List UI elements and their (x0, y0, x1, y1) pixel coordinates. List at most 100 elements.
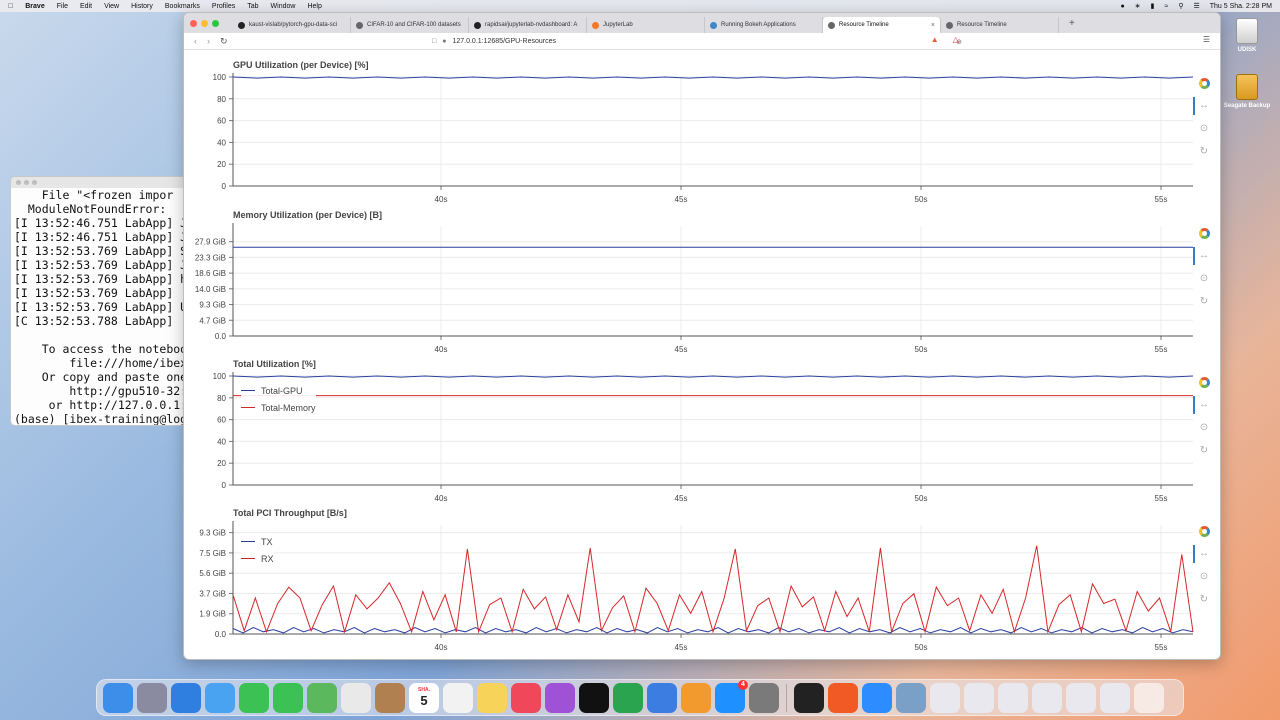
bokeh-logo-icon[interactable] (1198, 526, 1210, 537)
dock-mail-icon[interactable] (205, 682, 235, 713)
url-field[interactable]: □ ● 127.0.0.1:12685/GPU-Resources ⊕ (432, 36, 962, 47)
wheel-zoom-icon[interactable]: ⊙ (1198, 571, 1210, 583)
dock-calendar-icon[interactable]: SHA. 5 (409, 682, 439, 713)
dock-launchpad-icon[interactable] (137, 682, 167, 713)
dock-brave-icon[interactable] (828, 682, 858, 713)
dock-minimized-window[interactable] (1100, 682, 1130, 713)
browser-tab[interactable]: Resource Timeline × (823, 17, 941, 33)
apple-icon[interactable]:  (8, 3, 13, 10)
pan-icon[interactable]: ↔ (1198, 250, 1210, 262)
chart-svg[interactable]: 0.0 1.9 GiB 3.7 GiB 5.6 GiB 7.5 GiB 9.3 GiB 40… (184, 508, 1194, 658)
brave-shields-icon[interactable]: ▲ (931, 35, 939, 44)
pan-icon[interactable]: ↔ (1198, 100, 1210, 112)
legend-item[interactable]: Total-Memory (241, 399, 316, 416)
dock-app-store-icon[interactable]: 4 (715, 679, 748, 713)
bluetooth-icon[interactable]: ∗ (1135, 2, 1141, 10)
browser-tab[interactable]: kaust-vislab/pytorch-gpu-data-sci (233, 17, 351, 33)
dock-keynote-icon[interactable] (647, 682, 677, 713)
legend-item[interactable]: TX (241, 533, 274, 550)
site-info-icon[interactable]: ● (442, 38, 446, 45)
browser-tab[interactable]: CIFAR-10 and CIFAR-100 datasets (351, 17, 469, 33)
menu-item-profiles[interactable]: Profiles (212, 3, 235, 10)
dock-terminal-icon[interactable] (794, 682, 824, 713)
bokeh-logo-icon[interactable] (1198, 377, 1210, 388)
dock-finder-icon[interactable] (103, 682, 133, 713)
menu-item-edit[interactable]: Edit (80, 3, 92, 10)
browser-tab[interactable]: JupyterLab (587, 17, 705, 33)
close-icon[interactable] (16, 180, 21, 185)
minimize-icon[interactable] (24, 180, 29, 185)
browser-tab[interactable]: rapidsai/jupyterlab-nvdashboard: A (469, 17, 587, 33)
battery-icon[interactable]: ▮ (1151, 2, 1155, 10)
dock-minimized-window[interactable] (1066, 682, 1096, 713)
back-icon[interactable]: ‹ (194, 36, 197, 47)
dock-system-preferences-icon[interactable] (749, 682, 779, 713)
chart-svg[interactable]: 0.0 4.7 GiB 9.3 GiB 14.0 GiB 18.6 GiB 23.3 Gi… (184, 210, 1194, 360)
dock-maps-icon[interactable] (307, 682, 337, 713)
browser-tab[interactable]: Running Bokeh Applications (705, 17, 823, 33)
zoom-icon[interactable] (32, 180, 37, 185)
reload-icon[interactable]: ↻ (220, 36, 228, 47)
bokeh-logo-icon[interactable] (1198, 228, 1210, 239)
chart-svg[interactable]: 0 20 40 60 80 100 40s 45s 50s 55s (184, 359, 1194, 509)
dock-photos-icon[interactable] (341, 682, 371, 713)
control-center-icon[interactable]: ☰ (1193, 2, 1199, 10)
dock-reminders-icon[interactable] (443, 682, 473, 713)
legend-item[interactable]: RX (241, 550, 274, 567)
wheel-zoom-icon[interactable]: ⊙ (1198, 123, 1210, 135)
close-window-icon[interactable] (190, 19, 197, 27)
dock-safari-icon[interactable] (171, 682, 201, 713)
pan-icon[interactable]: ↔ (1198, 548, 1210, 560)
dock-facetime-icon[interactable] (239, 682, 269, 713)
dock-tv-icon[interactable] (579, 682, 609, 713)
reset-icon[interactable]: ↻ (1198, 296, 1210, 308)
desktop-icon-udisk[interactable]: UDISK (1222, 18, 1272, 53)
zoom-window-icon[interactable] (212, 19, 219, 27)
dock-minimized-window[interactable] (964, 682, 994, 713)
minimize-window-icon[interactable] (201, 19, 208, 27)
reset-icon[interactable]: ↻ (1198, 594, 1210, 606)
close-tab-icon[interactable]: × (931, 22, 935, 29)
wheel-zoom-icon[interactable]: ⊙ (1198, 273, 1210, 285)
dock-music-icon[interactable] (511, 682, 541, 713)
menu-item-window[interactable]: Window (271, 3, 296, 10)
menu-item-tab[interactable]: Tab (247, 3, 258, 10)
chart-svg[interactable]: 0 20 40 60 80 100 40s 45s 50s 55s (184, 60, 1194, 210)
dock-minimized-window[interactable] (998, 682, 1028, 713)
dock-contacts-icon[interactable] (375, 682, 405, 713)
terminal-window[interactable]: File "<frozen impor ModuleNotFoundError:… (10, 176, 190, 426)
menu-app-name[interactable]: Brave (25, 3, 44, 10)
dock-notes-icon[interactable] (477, 682, 507, 713)
dock-minimized-window[interactable] (930, 682, 960, 713)
search-icon[interactable]: ⚲ (1178, 2, 1183, 10)
pan-icon[interactable]: ↔ (1198, 399, 1210, 411)
brave-rewards-icon[interactable]: △ (953, 35, 959, 44)
menu-item-help[interactable]: Help (307, 3, 321, 10)
browser-menu-icon[interactable]: ☰ (1203, 35, 1210, 44)
bookmark-icon[interactable]: □ (432, 38, 436, 45)
wheel-zoom-icon[interactable]: ⊙ (1198, 422, 1210, 434)
dock-numbers-icon[interactable] (613, 682, 643, 713)
dock-messages-icon[interactable] (273, 682, 303, 713)
url-text[interactable]: 127.0.0.1:12685/GPU-Resources (452, 38, 556, 45)
reset-icon[interactable]: ↻ (1198, 146, 1210, 158)
legend-item[interactable]: Total-GPU (241, 382, 316, 399)
bokeh-logo-icon[interactable] (1198, 78, 1210, 89)
menu-item-file[interactable]: File (57, 3, 68, 10)
dock-pages-icon[interactable] (681, 682, 711, 713)
reset-icon[interactable]: ↻ (1198, 445, 1210, 457)
menu-item-history[interactable]: History (131, 3, 153, 10)
status-icon[interactable]: ● (1121, 3, 1125, 10)
desktop-icon-seagate[interactable]: Seagate Backup (1222, 74, 1272, 109)
terminal-titlebar[interactable] (11, 177, 189, 188)
menu-item-view[interactable]: View (104, 3, 119, 10)
new-tab-button[interactable]: + (1069, 18, 1075, 29)
dock-trash-icon[interactable] (1134, 682, 1164, 713)
dock-podcasts-icon[interactable] (545, 682, 575, 713)
menu-clock[interactable]: Thu 5 Sha. 2:28 PM (1210, 3, 1272, 10)
dock-minimized-window[interactable] (1032, 682, 1062, 713)
forward-icon[interactable]: › (207, 36, 210, 47)
menu-item-bookmarks[interactable]: Bookmarks (165, 3, 200, 10)
wifi-icon[interactable]: ≈ (1164, 3, 1168, 10)
dock-zoom-icon[interactable] (862, 682, 892, 713)
